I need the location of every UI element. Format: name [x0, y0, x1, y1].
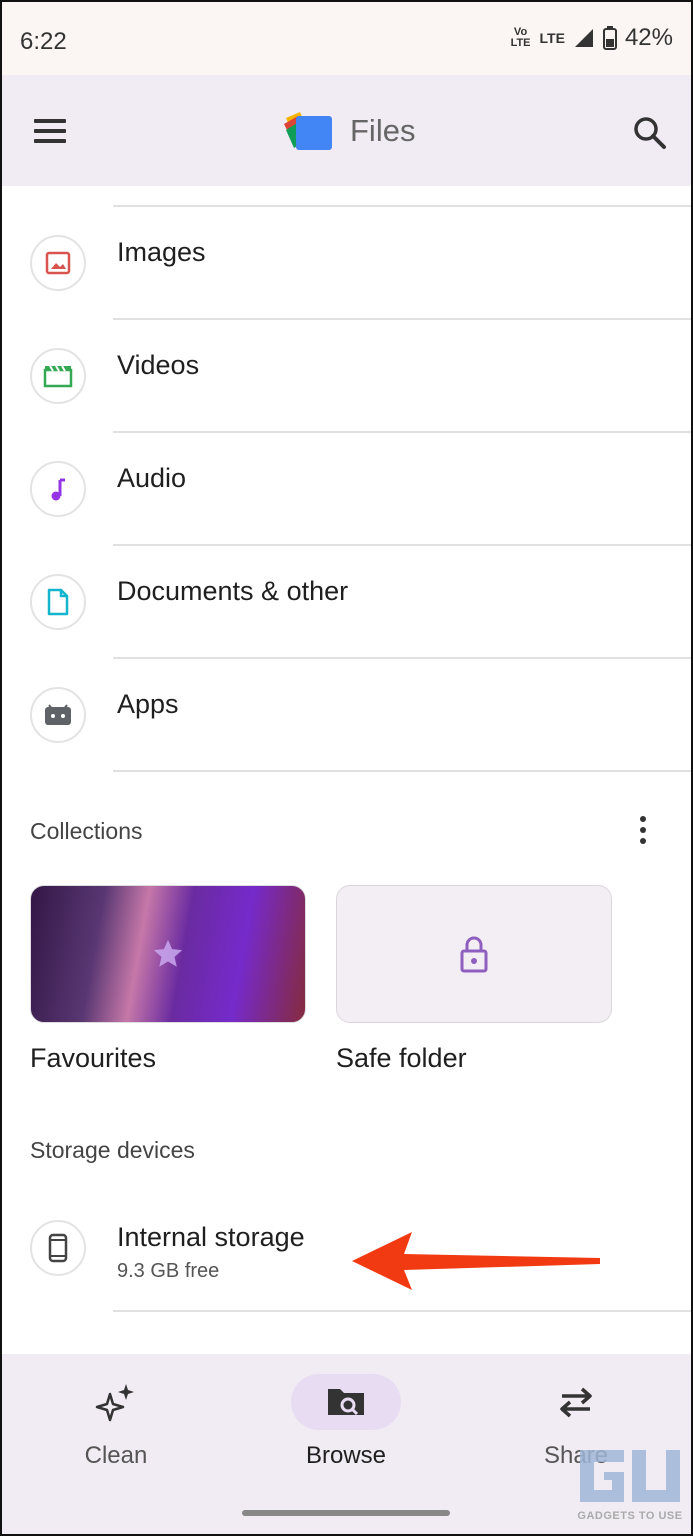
favourites-card[interactable]	[30, 885, 306, 1023]
divider	[113, 1310, 693, 1312]
red-arrow-annotation	[352, 1232, 600, 1290]
image-icon	[30, 235, 86, 291]
swap-arrows-icon	[521, 1374, 631, 1430]
status-time: 6:22	[20, 28, 67, 55]
menu-button[interactable]	[30, 115, 70, 147]
safe-folder-card[interactable]	[336, 885, 612, 1023]
category-label: Videos	[117, 350, 200, 380]
storage-free: 9.3 GB free	[117, 1260, 220, 1282]
nav-browse[interactable]: Browse	[256, 1374, 436, 1484]
watermark-text: GADGETS TO USE	[577, 1510, 683, 1522]
category-label: Apps	[117, 689, 179, 719]
files-logo-icon	[284, 112, 332, 150]
storage-name: Internal storage	[117, 1222, 305, 1252]
signal-icon	[574, 29, 593, 47]
app-title: Files	[350, 113, 416, 148]
lte-indicator: LTE	[539, 30, 565, 46]
battery-percent: 42%	[624, 24, 673, 51]
category-label: Audio	[117, 463, 187, 493]
category-documents[interactable]: Documents & other	[0, 546, 693, 659]
safe-folder-label: Safe folder	[336, 1043, 467, 1073]
more-options-icon[interactable]	[630, 812, 656, 848]
music-note-icon	[30, 461, 86, 517]
lock-icon	[460, 936, 488, 973]
divider	[113, 770, 693, 772]
category-images[interactable]: Images	[0, 207, 693, 320]
sparkle-icon	[61, 1374, 171, 1430]
phone-icon	[30, 1220, 86, 1276]
gesture-bar[interactable]	[242, 1510, 450, 1516]
category-label: Images	[117, 237, 206, 267]
category-audio[interactable]: Audio	[0, 433, 693, 546]
document-icon	[30, 574, 86, 630]
category-apps[interactable]: Apps	[0, 659, 693, 772]
star-icon	[153, 939, 183, 967]
collections-title: Collections	[30, 818, 143, 844]
search-icon[interactable]	[628, 111, 672, 155]
video-icon	[30, 348, 86, 404]
watermark-logo: GADGETS TO USE	[574, 1446, 686, 1524]
category-label: Documents & other	[117, 576, 349, 606]
android-icon	[30, 687, 86, 743]
status-icons: Vo LTE LTE 42%	[510, 24, 673, 52]
app-bar: Files	[0, 75, 693, 186]
nav-clean[interactable]: Clean	[26, 1374, 206, 1484]
watermark-gu-icon	[580, 1450, 680, 1502]
status-bar: 6:22 Vo LTE LTE 42%	[0, 0, 693, 75]
storage-devices-title: Storage devices	[30, 1137, 195, 1163]
browse-icon	[291, 1374, 401, 1430]
volte-indicator: Vo LTE	[510, 26, 531, 49]
battery-icon	[602, 26, 617, 50]
category-videos[interactable]: Videos	[0, 320, 693, 433]
favourites-label: Favourites	[30, 1043, 157, 1073]
nav-label: Browse	[305, 1442, 387, 1469]
nav-label: Clean	[84, 1442, 148, 1469]
